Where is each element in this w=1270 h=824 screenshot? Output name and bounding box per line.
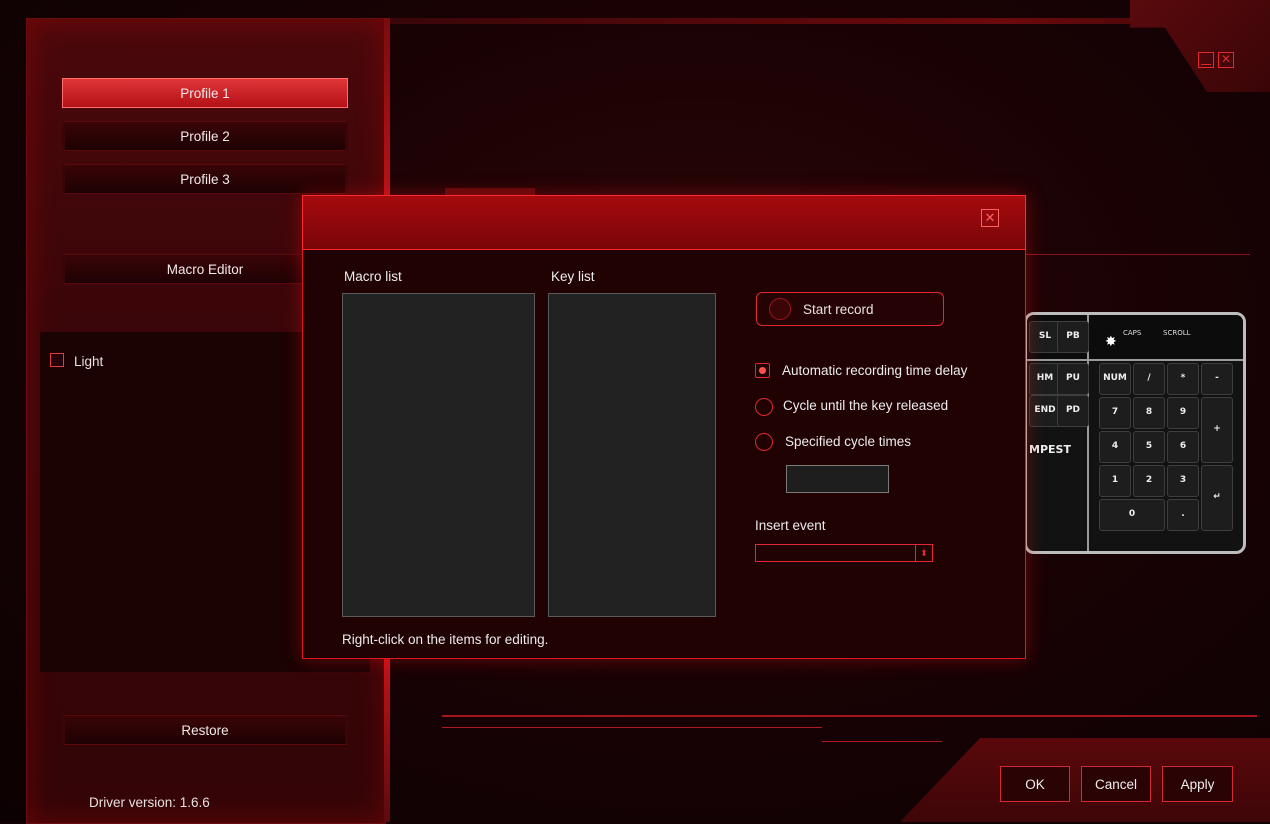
insert-event-select[interactable]: ⬍ xyxy=(755,544,933,562)
kb-key-slash: / xyxy=(1133,363,1165,395)
light-checkbox[interactable] xyxy=(50,353,64,367)
kb-brand: MPEST xyxy=(1029,443,1071,456)
macro-list-label: Macro list xyxy=(344,269,402,284)
close-icon[interactable]: ✕ xyxy=(1218,52,1234,68)
start-record-label: Start record xyxy=(803,301,874,317)
kb-key-6: 6 xyxy=(1167,431,1199,463)
start-record-button[interactable]: Start record xyxy=(756,292,944,326)
kb-key-5: 5 xyxy=(1133,431,1165,463)
dialog-header xyxy=(302,195,1026,250)
kb-key-num: NUM xyxy=(1099,363,1131,395)
bottom-decor-line xyxy=(442,715,1257,717)
auto-delay-radio[interactable] xyxy=(755,363,770,378)
light-burst-icon: ✸ xyxy=(1105,333,1117,349)
apply-button[interactable]: Apply xyxy=(1162,766,1233,802)
kb-key-3: 3 xyxy=(1167,465,1199,497)
scroll-indicator-label: SCROLL xyxy=(1163,329,1191,337)
profile-2-label: Profile 2 xyxy=(180,128,230,144)
insert-event-label: Insert event xyxy=(755,518,826,533)
kb-key-star: * xyxy=(1167,363,1199,395)
cancel-button[interactable]: Cancel xyxy=(1081,766,1151,802)
kb-key-pd: PD xyxy=(1057,395,1089,427)
divider-line xyxy=(1025,254,1250,255)
kb-key-7: 7 xyxy=(1099,397,1131,429)
apply-label: Apply xyxy=(1180,776,1215,792)
ok-label: OK xyxy=(1025,776,1045,792)
editing-hint: Right-click on the items for editing. xyxy=(342,632,549,647)
cancel-label: Cancel xyxy=(1094,776,1138,792)
bottom-decor-line xyxy=(442,727,822,728)
key-list-label: Key list xyxy=(551,269,595,284)
dialog-close-icon[interactable]: ✕ xyxy=(981,209,999,227)
kb-key-plus: + xyxy=(1201,397,1233,463)
specified-cycles-label: Specified cycle times xyxy=(785,434,912,449)
kb-key-pu: PU xyxy=(1057,363,1089,395)
key-list[interactable] xyxy=(548,293,716,617)
driver-version: Driver version: 1.6.6 xyxy=(89,795,210,810)
kb-key-pb: PB xyxy=(1057,321,1089,353)
bottom-decor-line xyxy=(822,741,942,742)
restore-button[interactable]: Restore xyxy=(62,715,348,745)
kb-key-minus: - xyxy=(1201,363,1233,395)
kb-key-4: 4 xyxy=(1099,431,1131,463)
profile-1-label: Profile 1 xyxy=(180,85,230,101)
kb-key-1: 1 xyxy=(1099,465,1131,497)
kb-key-0: 0 xyxy=(1099,499,1165,531)
caps-indicator-label: CAPS xyxy=(1123,329,1142,337)
profile-1-button[interactable]: Profile 1 xyxy=(62,78,348,108)
record-icon xyxy=(769,298,791,320)
kb-key-9: 9 xyxy=(1167,397,1199,429)
cycle-until-released-label: Cycle until the key released xyxy=(783,398,949,413)
ok-button[interactable]: OK xyxy=(1000,766,1070,802)
cycle-until-released-radio[interactable] xyxy=(755,398,773,416)
specified-cycles-radio[interactable] xyxy=(755,433,773,451)
kb-key-2: 2 xyxy=(1133,465,1165,497)
profile-2-button[interactable]: Profile 2 xyxy=(62,121,348,151)
updown-arrow-icon[interactable]: ⬍ xyxy=(915,545,932,561)
kb-key-dot: . xyxy=(1167,499,1199,531)
restore-label: Restore xyxy=(181,722,229,738)
macro-editor-label: Macro Editor xyxy=(166,261,244,277)
kb-key-enter: ↵ xyxy=(1201,465,1233,531)
profile-3-button[interactable]: Profile 3 xyxy=(62,164,348,194)
macro-list[interactable] xyxy=(342,293,535,617)
keyboard-image: CAPS SCROLL ✸ SL PB HM PU END PD MPEST N… xyxy=(1024,312,1246,554)
minimize-icon[interactable] xyxy=(1198,52,1214,68)
auto-delay-label: Automatic recording time delay xyxy=(782,363,968,378)
kb-key-8: 8 xyxy=(1133,397,1165,429)
profile-3-label: Profile 3 xyxy=(180,171,230,187)
cycle-times-input[interactable] xyxy=(786,465,889,493)
light-label: Light xyxy=(74,354,104,369)
